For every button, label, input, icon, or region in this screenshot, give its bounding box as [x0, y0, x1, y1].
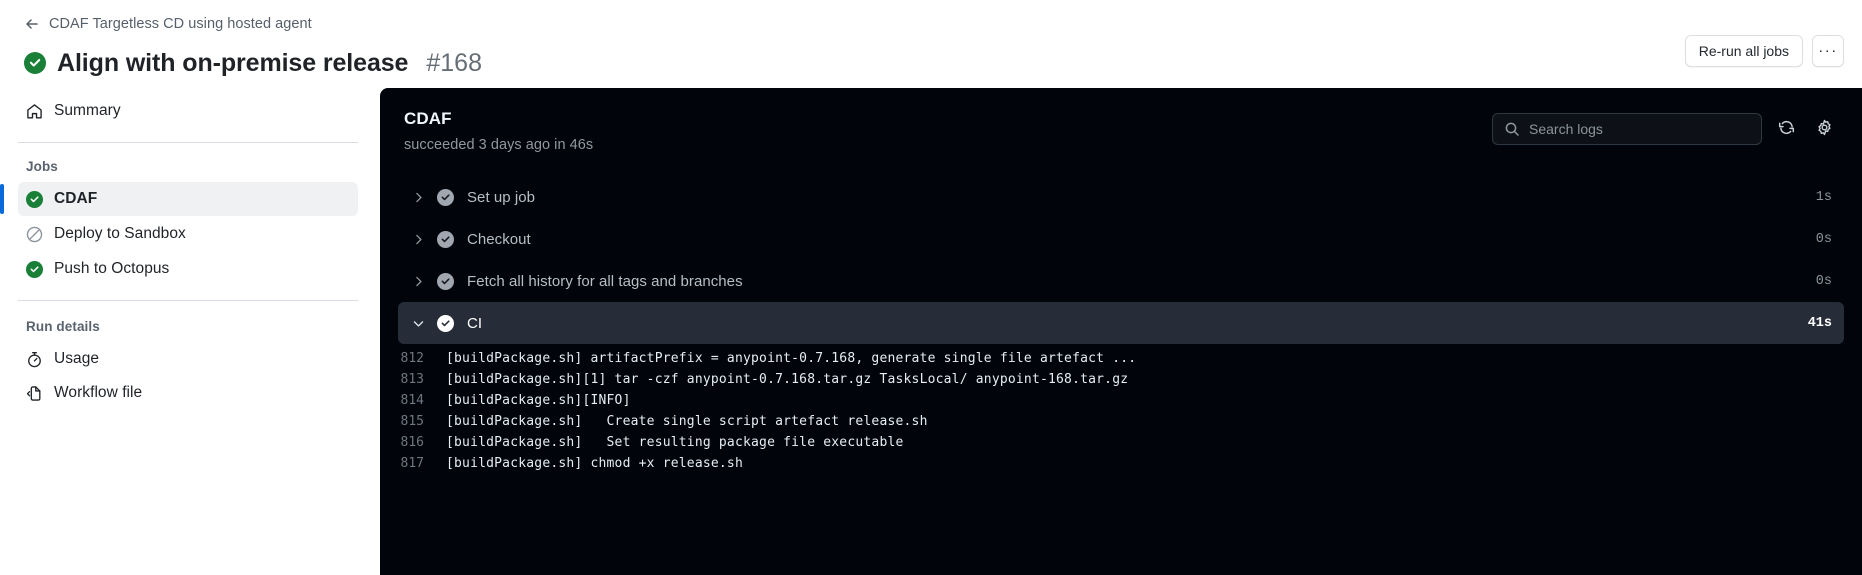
steps-list: Set up job 1s Checkout 0s Fetch all hist…: [380, 176, 1862, 344]
sidebar-item-workflow-file[interactable]: Workflow file: [18, 376, 358, 410]
check-circle-fill-icon: [437, 230, 454, 248]
search-input[interactable]: [1529, 121, 1750, 137]
log-line: 815 [buildPackage.sh] Create single scri…: [380, 411, 1862, 432]
run-number: #168: [426, 49, 482, 77]
log-line-text: [buildPackage.sh] artifactPrefix = anypo…: [446, 351, 1137, 366]
sidebar-job-label: Push to Octopus: [54, 260, 170, 277]
log-line-number: 816: [400, 435, 424, 450]
chevron-down-icon[interactable]: [410, 315, 426, 331]
step-name: CI: [467, 314, 483, 332]
step-duration: 0s: [1815, 273, 1832, 289]
step-row[interactable]: Set up job 1s: [398, 176, 1844, 218]
run-title-text: Align with on-premise release: [57, 49, 409, 77]
sidebar-item-label: Workflow file: [54, 384, 143, 401]
log-line-text: [buildPackage.sh][INFO]: [446, 393, 631, 408]
step-row[interactable]: CI 41s: [398, 302, 1844, 344]
log-job-title: CDAF: [404, 109, 452, 128]
sidebar-run-details-heading: Run details: [26, 319, 100, 334]
log-line: 813 [buildPackage.sh][1] tar -czf anypoi…: [380, 369, 1862, 390]
sidebar-item-job-deploy-to-sandbox[interactable]: Deploy to Sandbox: [18, 217, 358, 251]
log-line: 817 [buildPackage.sh] chmod +x release.s…: [380, 453, 1862, 474]
log-line-number: 812: [400, 351, 424, 366]
sidebar-item-label: Usage: [54, 350, 100, 367]
search-icon: [1504, 121, 1520, 137]
arrow-left-icon[interactable]: [24, 16, 40, 32]
step-name: Checkout: [467, 230, 531, 248]
sidebar-item-label: Summary: [54, 102, 121, 119]
log-toolbar: [1492, 113, 1838, 145]
chevron-right-icon[interactable]: [410, 231, 426, 247]
check-circle-fill-icon: [437, 272, 454, 290]
skip-circle-icon: [26, 226, 43, 242]
check-circle-fill-icon: [24, 52, 46, 74]
log-line-text: [buildPackage.sh] Set resulting package …: [446, 435, 904, 450]
log-output: 812 [buildPackage.sh] artifactPrefix = a…: [380, 344, 1862, 474]
sidebar: Summary Jobs CDAF Deploy to Sandbox Push…: [0, 88, 380, 410]
check-circle-fill-icon: [437, 188, 454, 206]
sidebar-divider-2: [18, 300, 358, 301]
rerun-all-jobs-button[interactable]: Re-run all jobs: [1684, 35, 1803, 67]
step-duration: 41s: [1807, 315, 1832, 331]
log-panel: CDAF succeeded 3 days ago in 46s Search …: [380, 88, 1862, 575]
page-header: CDAF Targetless CD using hosted agent Al…: [0, 0, 1862, 88]
log-line: 814 [buildPackage.sh][INFO]: [380, 390, 1862, 411]
home-icon: [26, 103, 43, 120]
sidebar-item-job-cdaf[interactable]: CDAF: [0, 182, 358, 216]
chevron-right-icon[interactable]: [410, 273, 426, 289]
sidebar-item-summary[interactable]: Summary: [18, 94, 358, 128]
breadcrumb-label[interactable]: CDAF Targetless CD using hosted agent: [49, 14, 312, 34]
chevron-right-icon[interactable]: [410, 189, 426, 205]
log-line-number: 815: [400, 414, 424, 429]
sync-icon: [1778, 119, 1795, 139]
log-line-number: 817: [400, 456, 424, 471]
step-name: Set up job: [467, 188, 536, 206]
stopwatch-icon: [26, 351, 43, 368]
log-line: 816 [buildPackage.sh] Set resulting pack…: [380, 432, 1862, 453]
search-logs-box[interactable]: [1492, 113, 1762, 145]
refresh-logs-button[interactable]: [1772, 115, 1800, 143]
step-duration: 0s: [1815, 231, 1832, 247]
header-actions: Re-run all jobs ···: [1684, 35, 1844, 67]
log-line-text: [buildPackage.sh] chmod +x release.sh: [446, 456, 743, 471]
sidebar-item-usage[interactable]: Usage: [18, 342, 358, 376]
log-line-text: [buildPackage.sh] Create single script a…: [446, 414, 928, 429]
body: Summary Jobs CDAF Deploy to Sandbox Push…: [0, 88, 1862, 575]
sidebar-jobs-heading: Jobs: [26, 159, 58, 174]
log-settings-button[interactable]: [1810, 115, 1838, 143]
sidebar-divider-1: [18, 142, 358, 143]
file-code-icon: [26, 385, 43, 402]
check-circle-fill-icon: [26, 260, 43, 278]
log-job-info: CDAF succeeded 3 days ago in 46s: [404, 108, 1492, 155]
log-panel-header: CDAF succeeded 3 days ago in 46s: [380, 88, 1862, 176]
log-line-number: 813: [400, 372, 424, 387]
log-job-status-text: succeeded 3 days ago in 46s: [404, 137, 594, 153]
more-options-button[interactable]: ···: [1812, 35, 1844, 67]
step-name: Fetch all history for all tags and branc…: [467, 272, 743, 290]
sidebar-job-label: CDAF: [54, 190, 98, 207]
step-row[interactable]: Fetch all history for all tags and branc…: [398, 260, 1844, 302]
sidebar-job-label: Deploy to Sandbox: [54, 225, 186, 242]
log-line-number: 814: [400, 393, 424, 408]
sidebar-item-job-push-to-octopus[interactable]: Push to Octopus: [18, 252, 358, 286]
log-line: 812 [buildPackage.sh] artifactPrefix = a…: [380, 348, 1862, 369]
check-circle-fill-icon: [437, 314, 454, 332]
breadcrumb[interactable]: CDAF Targetless CD using hosted agent: [24, 12, 1838, 36]
step-duration: 1s: [1815, 189, 1832, 205]
gear-icon: [1816, 119, 1833, 139]
page-title: Align with on-premise release #168: [24, 46, 1838, 80]
step-row[interactable]: Checkout 0s: [398, 218, 1844, 260]
log-line-text: [buildPackage.sh][1] tar -czf anypoint-0…: [446, 372, 1129, 387]
check-circle-fill-icon: [26, 190, 43, 208]
